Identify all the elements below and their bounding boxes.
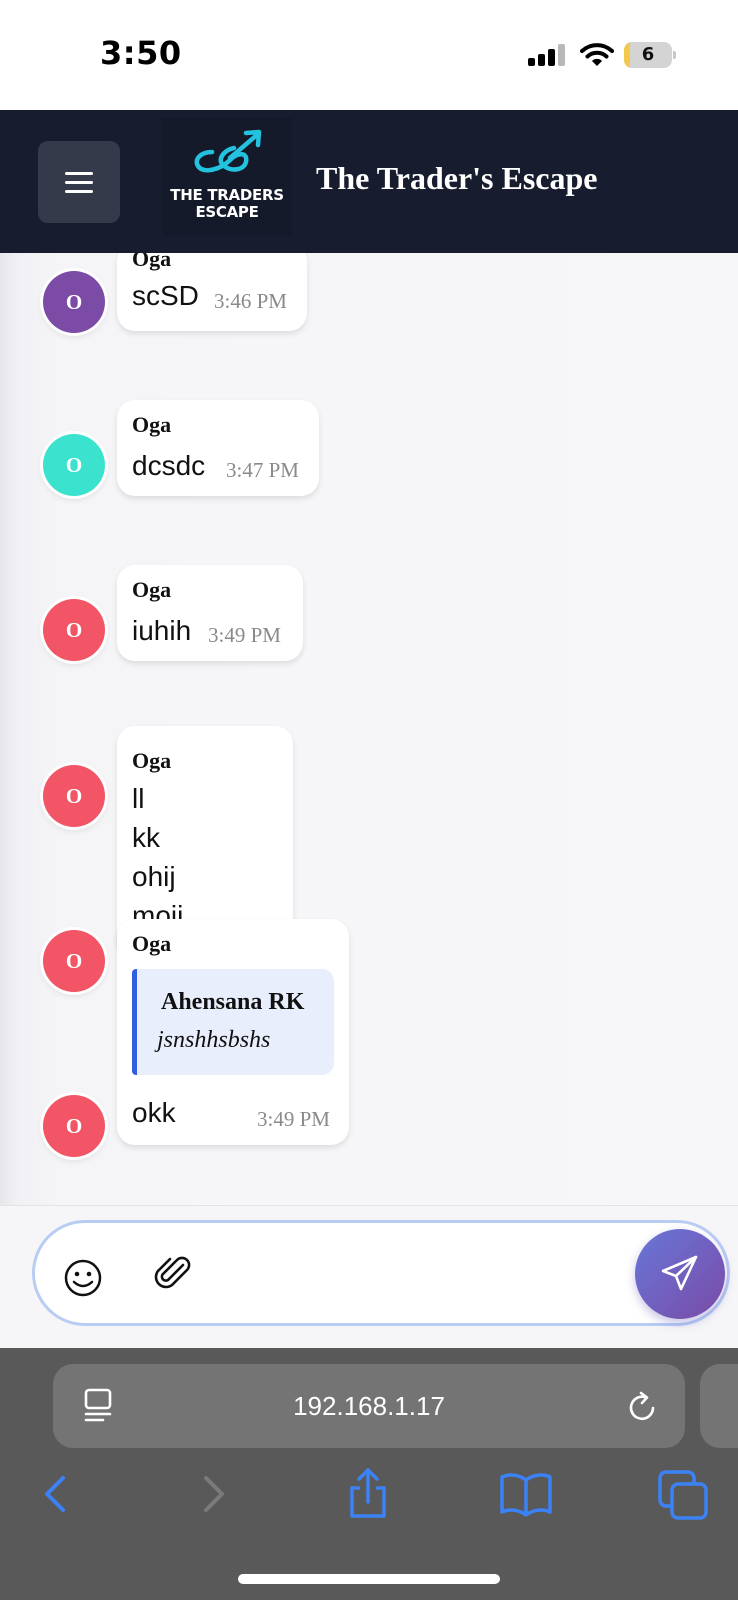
avatar[interactable]: O: [43, 765, 105, 827]
send-button[interactable]: [635, 1229, 725, 1319]
url-text: 192.168.1.17: [293, 1391, 445, 1421]
battery-level: 6: [641, 44, 655, 65]
message-line: ll: [132, 783, 145, 814]
message-time: 3:47 PM: [226, 458, 299, 482]
wifi-icon: [580, 43, 614, 66]
home-indicator[interactable]: [238, 1574, 500, 1584]
quoted-author: Ahensana RK: [161, 989, 305, 1015]
avatar[interactable]: O: [43, 434, 105, 496]
avatar[interactable]: O: [43, 271, 105, 333]
paperclip-icon[interactable]: [153, 1253, 193, 1293]
logo-text-line2: ESCAPE: [195, 203, 259, 221]
tabs-icon[interactable]: [656, 1466, 712, 1522]
chevron-left-icon[interactable]: [27, 1466, 83, 1522]
message-input[interactable]: [215, 1249, 605, 1299]
message-line: kk: [132, 822, 160, 853]
browser-toolbar: 192.168.1.17: [0, 1348, 738, 1600]
sender-name: Oga: [132, 253, 172, 271]
hamburger-icon: [65, 172, 93, 175]
app-header: THE TRADERS ESCAPE The Trader's Escape: [0, 110, 738, 253]
reload-icon[interactable]: [627, 1390, 659, 1424]
smiley-icon[interactable]: [63, 1258, 103, 1298]
avatar[interactable]: O: [43, 599, 105, 661]
status-time: 3:50: [100, 34, 182, 72]
message-multiline-text: ll kk ohij moij: [132, 779, 183, 935]
chevron-right-icon[interactable]: [186, 1466, 242, 1522]
avatar[interactable]: O: [43, 930, 105, 992]
sender-name: Oga: [132, 931, 172, 956]
sender-name: Oga: [132, 577, 172, 602]
message-composer: [0, 1205, 738, 1348]
battery-icon: 6: [624, 42, 676, 68]
logo-text-line1: THE TRADERS: [170, 186, 284, 204]
composer-box: [32, 1220, 730, 1326]
message-line: ohij: [132, 861, 176, 892]
avatar[interactable]: O: [43, 1095, 105, 1157]
message-text: scSD: [132, 280, 199, 311]
sender-name: Oga: [132, 748, 172, 773]
message-bubble[interactable]: Oga dcsdc 3:47 PM: [117, 400, 319, 496]
app-logo[interactable]: THE TRADERS ESCAPE: [162, 118, 292, 236]
cellular-signal-icon: [528, 44, 565, 66]
logo-arrow-icon: [194, 129, 262, 173]
book-icon[interactable]: [498, 1466, 554, 1522]
status-bar: 3:50 6: [0, 0, 738, 110]
address-bar[interactable]: 192.168.1.17: [53, 1364, 685, 1448]
quoted-reply[interactable]: Ahensana RK jsnshhsbshs: [132, 969, 334, 1075]
message-text: iuhih: [132, 615, 192, 646]
message-time: 3:49 PM: [257, 1107, 330, 1131]
share-icon[interactable]: [340, 1466, 396, 1522]
message-time: 3:49 PM: [208, 623, 281, 647]
message-text: dcsdc: [132, 450, 206, 481]
message-text: okk: [132, 1097, 176, 1128]
paper-plane-icon: [661, 1255, 698, 1291]
message-bubble[interactable]: Oga Ahensana RK jsnshhsbshs okk 3:49 PM: [117, 919, 349, 1145]
message-bubble[interactable]: Oga iuhih 3:49 PM: [117, 565, 303, 661]
chat-messages[interactable]: O Oga scSD 3:46 PM O Oga dcsdc 3:47 PM O…: [0, 253, 738, 1205]
menu-button[interactable]: [38, 141, 120, 223]
page-title: The Trader's Escape: [316, 160, 598, 196]
quoted-text: jsnshhsbshs: [157, 1027, 271, 1053]
next-tab-preview[interactable]: [700, 1364, 738, 1448]
message-bubble[interactable]: Oga scSD 3:46 PM: [117, 253, 307, 331]
message-time: 3:46 PM: [214, 289, 287, 313]
sender-name: Oga: [132, 412, 172, 437]
